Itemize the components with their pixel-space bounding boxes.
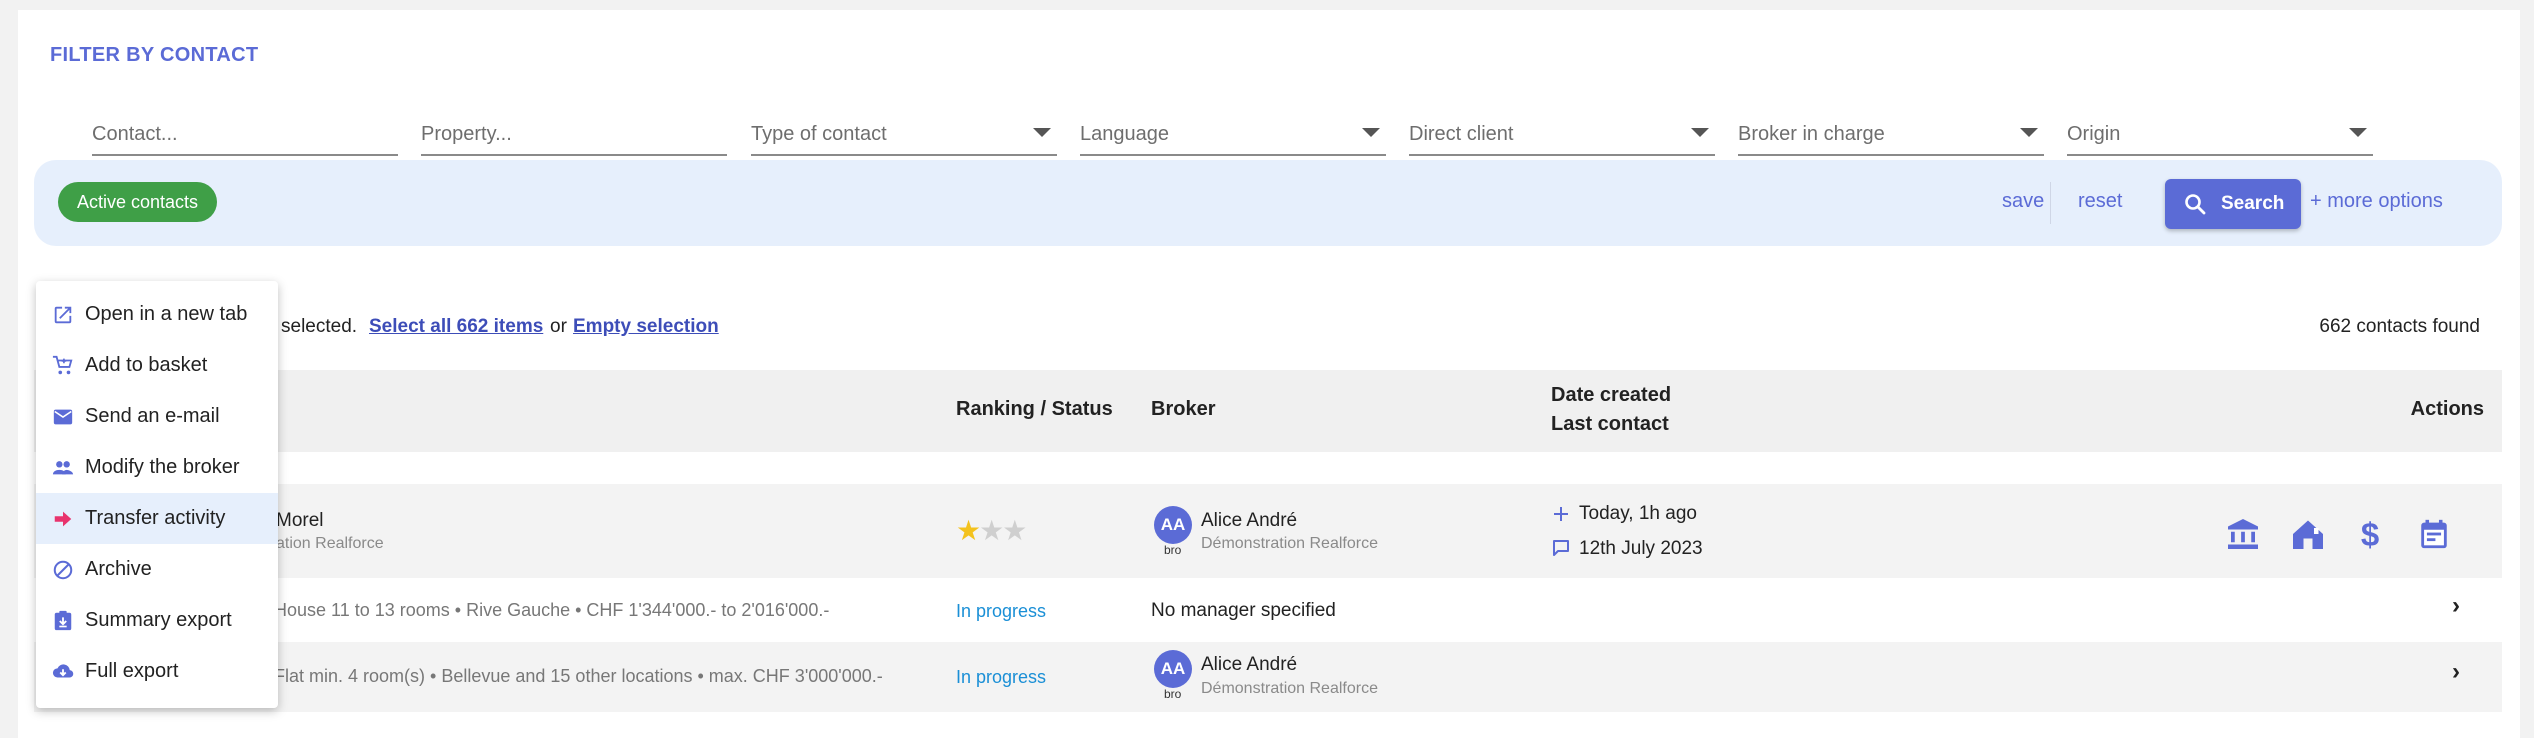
people-icon (52, 461, 74, 475)
menu-item-label: Summary export (85, 609, 232, 631)
header-last-contact[interactable]: Last contact (1551, 413, 1669, 436)
caret-down-icon (1691, 128, 1709, 137)
menu-item-label: Full export (85, 660, 179, 682)
plus-icon (1554, 507, 1568, 521)
menu-item-label: Send an e-mail (85, 405, 220, 427)
menu-item-open-new-tab[interactable]: Open in a new tab (36, 289, 278, 340)
more-options-link[interactable]: + more options (2310, 190, 2443, 213)
save-button[interactable]: save (2002, 190, 2044, 213)
avatar: AA (1154, 650, 1192, 688)
menu-item-label: Add to basket (85, 354, 208, 376)
star-empty-icon: ★ (979, 515, 1004, 546)
mail-icon (53, 409, 73, 425)
menu-item-label: Transfer activity (85, 507, 226, 529)
divider (2050, 182, 2051, 224)
star-empty-icon: ★ (1002, 515, 1027, 546)
table-header: Ranking / Status Broker Date created Las… (34, 370, 2502, 452)
menu-item-modify-broker[interactable]: Modify the broker (36, 442, 278, 493)
bank-icon[interactable] (2225, 516, 2261, 552)
contacts-found-count: 662 contacts found (2319, 316, 2480, 337)
last-contact-date: 12th July 2023 (1579, 538, 1703, 559)
menu-item-transfer-activity[interactable]: Transfer activity (36, 493, 278, 544)
chat-bubble-icon (1553, 540, 1569, 556)
property-input-placeholder: Property... (421, 123, 512, 145)
search-button-label: Search (2221, 193, 2285, 214)
archive-block-icon (53, 560, 73, 580)
origin-select[interactable]: Origin (2067, 108, 2373, 156)
status-badge: In progress (956, 601, 1047, 621)
header-ranking-status[interactable]: Ranking / Status (956, 398, 1113, 421)
menu-item-add-to-basket[interactable]: Add to basket (36, 340, 278, 391)
reset-button[interactable]: reset (2078, 190, 2122, 213)
status-badge: In progress (956, 667, 1047, 687)
menu-item-label: Archive (85, 558, 152, 580)
table-row[interactable]: Morel ation Realforce ★★★ AA bro Alice A… (34, 484, 2502, 578)
broker-name: Alice André (1201, 510, 1298, 531)
property-input[interactable]: Property... (421, 108, 727, 156)
type-of-contact-select[interactable]: Type of contact (751, 108, 1057, 156)
selection-or: or (550, 316, 567, 337)
star-filled-icon: ★ (956, 515, 981, 546)
select-all-link[interactable]: Select all 662 items (369, 316, 543, 338)
caret-down-icon (2020, 128, 2038, 137)
direct-client-label: Direct client (1409, 123, 1514, 145)
chevron-right-icon[interactable]: › (2452, 592, 2460, 620)
broker-in-charge-select[interactable]: Broker in charge (1738, 108, 2044, 156)
active-contacts-chip[interactable]: Active contacts (58, 182, 218, 222)
header-broker[interactable]: Broker (1151, 398, 1215, 421)
context-menu: Open in a new tab Add to basket Send an … (36, 281, 278, 708)
contact-input-placeholder: Contact... (92, 123, 178, 145)
menu-item-label: Modify the broker (85, 456, 240, 478)
basket-icon (52, 355, 73, 375)
summary-export-icon (54, 610, 72, 631)
type-of-contact-label: Type of contact (751, 123, 887, 145)
dollar-icon[interactable]: $ (2358, 516, 2382, 552)
search-description: House 11 to 13 rooms • Rive Gauche • CHF… (274, 600, 830, 620)
house-search-icon[interactable] (2289, 516, 2327, 552)
menu-item-full-export[interactable]: Full export (36, 646, 278, 697)
avatar-role: bro (1164, 687, 1182, 701)
broker-agency: Démonstration Realforce (1201, 680, 1378, 697)
menu-item-send-email[interactable]: Send an e-mail (36, 391, 278, 442)
arrow-right-icon (54, 511, 72, 527)
origin-label: Origin (2067, 123, 2121, 145)
caret-down-icon (2349, 128, 2367, 137)
svg-text:$: $ (2361, 516, 2379, 552)
ranking-stars: ★★★ (956, 514, 1027, 547)
cloud-download-icon (52, 664, 74, 678)
empty-selection-link[interactable]: Empty selection (573, 316, 719, 338)
broker-name: Alice André (1201, 654, 1298, 675)
menu-item-archive[interactable]: Archive (36, 544, 278, 595)
caret-down-icon (1362, 128, 1380, 137)
search-description: Flat min. 4 room(s) • Bellevue and 15 ot… (274, 666, 883, 686)
search-icon (2185, 194, 2206, 215)
selection-text: selected. (281, 316, 358, 337)
table-row[interactable]: House 11 to 13 rooms • Rive Gauche • CHF… (34, 582, 2502, 642)
header-date-created[interactable]: Date created (1551, 384, 1671, 407)
filter-title: FILTER BY CONTACT (50, 44, 259, 66)
header-actions: Actions (2410, 398, 2484, 420)
chevron-right-icon[interactable]: › (2452, 658, 2460, 686)
search-button[interactable]: Search (2165, 179, 2301, 229)
broker-in-charge-label: Broker in charge (1738, 123, 1885, 145)
contact-company: ation Realforce (276, 535, 384, 552)
contact-input[interactable]: Contact... (92, 108, 398, 156)
avatar-role: bro (1164, 543, 1182, 557)
filter-action-bar: Active contacts save reset Search + more… (34, 160, 2502, 246)
date-created: Today, 1h ago (1579, 503, 1697, 524)
broker-agency: Démonstration Realforce (1201, 535, 1378, 552)
caret-down-icon (1033, 128, 1051, 137)
table-row[interactable]: Flat min. 4 room(s) • Bellevue and 15 ot… (34, 642, 2502, 712)
menu-item-label: Open in a new tab (85, 303, 248, 325)
language-select[interactable]: Language (1080, 108, 1386, 156)
menu-item-summary-export[interactable]: Summary export (36, 595, 278, 646)
direct-client-select[interactable]: Direct client (1409, 108, 1715, 156)
contact-name: Morel (276, 510, 324, 531)
calendar-icon[interactable] (2417, 516, 2451, 552)
open-in-new-icon (54, 306, 72, 324)
avatar: AA (1154, 506, 1192, 544)
broker-text: No manager specified (1151, 600, 1336, 621)
language-label: Language (1080, 123, 1169, 145)
